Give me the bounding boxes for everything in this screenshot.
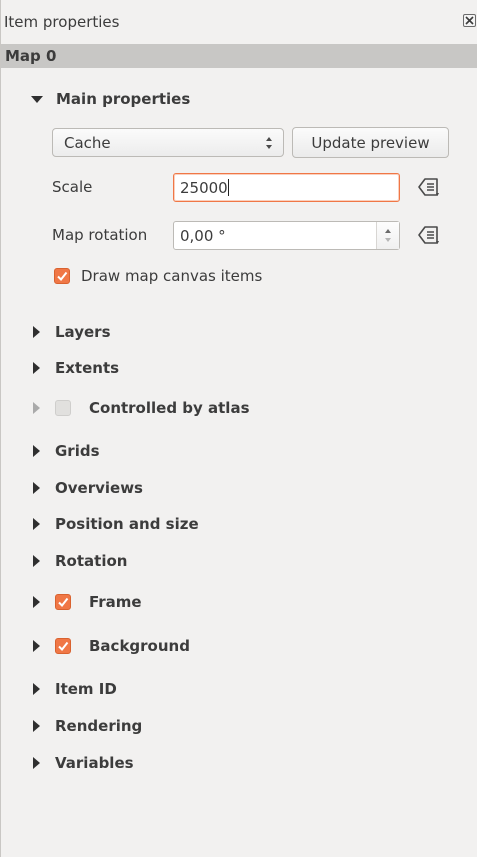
section-position-label: Position and size bbox=[55, 515, 199, 533]
map-rotation-label: Map rotation bbox=[52, 226, 148, 244]
text-caret bbox=[227, 179, 229, 196]
section-atlas-label: Controlled by atlas bbox=[89, 399, 250, 417]
triangle-right-icon bbox=[33, 757, 40, 769]
data-defined-override-icon[interactable] bbox=[415, 176, 443, 198]
spin-arrows-icon bbox=[385, 229, 391, 242]
checkmark-icon bbox=[57, 271, 68, 282]
triangle-down-icon bbox=[31, 95, 43, 103]
scale-label: Scale bbox=[52, 178, 93, 196]
triangle-right-icon bbox=[33, 640, 40, 652]
draw-map-canvas-items-checkbox[interactable]: Draw map canvas items bbox=[54, 266, 262, 286]
triangle-right-icon bbox=[33, 482, 40, 494]
section-variables[interactable]: Variables bbox=[31, 752, 134, 774]
background-checkbox[interactable] bbox=[55, 638, 71, 654]
checkbox-checked[interactable] bbox=[54, 268, 70, 284]
atlas-checkbox[interactable] bbox=[55, 400, 71, 416]
section-variables-label: Variables bbox=[55, 754, 134, 772]
triangle-right-icon bbox=[33, 683, 40, 695]
section-grids[interactable]: Grids bbox=[31, 440, 100, 462]
spin-buttons[interactable] bbox=[376, 222, 399, 249]
section-item-id[interactable]: Item ID bbox=[31, 678, 117, 700]
checkmark-icon bbox=[58, 597, 69, 608]
triangle-right-icon bbox=[33, 596, 40, 608]
section-position-and-size[interactable]: Position and size bbox=[31, 513, 199, 535]
scale-value-text: 25000 bbox=[180, 179, 228, 197]
section-background[interactable]: Background bbox=[31, 635, 190, 657]
section-rotation-label: Rotation bbox=[55, 552, 128, 570]
up-down-arrows-icon bbox=[266, 137, 272, 149]
data-defined-override-icon[interactable] bbox=[415, 224, 443, 246]
close-glyph bbox=[465, 16, 474, 25]
section-overviews[interactable]: Overviews bbox=[31, 477, 143, 499]
section-rotation[interactable]: Rotation bbox=[31, 550, 127, 572]
section-item-id-label: Item ID bbox=[55, 680, 117, 698]
map-rotation-spinbox[interactable]: 0,00 ° bbox=[173, 221, 400, 250]
item-name: Map 0 bbox=[5, 47, 57, 65]
section-grids-label: Grids bbox=[55, 442, 100, 460]
draw-map-canvas-items-label: Draw map canvas items bbox=[81, 267, 263, 285]
map-rotation-value: 0,00 ° bbox=[180, 227, 226, 245]
frame-checkbox[interactable] bbox=[55, 594, 71, 610]
scale-value: 25000 bbox=[180, 179, 229, 197]
section-layers-label: Layers bbox=[55, 323, 111, 341]
triangle-right-icon bbox=[33, 362, 40, 374]
preview-mode-value: Cache bbox=[64, 134, 111, 152]
section-background-label: Background bbox=[89, 637, 190, 655]
triangle-right-icon bbox=[33, 326, 40, 338]
item-header: Map 0 bbox=[1, 44, 477, 68]
triangle-right-icon bbox=[33, 518, 40, 530]
section-extents-label: Extents bbox=[55, 359, 120, 377]
section-overviews-label: Overviews bbox=[55, 479, 143, 497]
scale-input[interactable]: 25000 bbox=[173, 173, 400, 202]
section-main-properties-label: Main properties bbox=[56, 90, 191, 108]
section-controlled-by-atlas[interactable]: Controlled by atlas bbox=[31, 397, 250, 419]
triangle-right-icon bbox=[33, 720, 40, 732]
dock-title: Item properties bbox=[4, 13, 120, 31]
section-rendering-label: Rendering bbox=[55, 717, 143, 735]
close-icon[interactable] bbox=[463, 14, 476, 27]
dock-title-bar: Item properties bbox=[1, 10, 477, 34]
section-extents[interactable]: Extents bbox=[31, 357, 119, 379]
section-rendering[interactable]: Rendering bbox=[31, 715, 142, 737]
triangle-right-icon bbox=[33, 445, 40, 457]
update-preview-button[interactable]: Update preview bbox=[292, 127, 449, 158]
section-frame-label: Frame bbox=[89, 593, 142, 611]
section-frame[interactable]: Frame bbox=[31, 591, 142, 613]
checkmark-icon bbox=[58, 641, 69, 652]
preview-mode-select[interactable]: Cache bbox=[52, 128, 284, 157]
triangle-right-icon bbox=[33, 555, 40, 567]
item-properties-panel: Item properties Map 0 Main properties Ca… bbox=[0, 0, 477, 857]
section-layers[interactable]: Layers bbox=[31, 321, 111, 343]
triangle-right-icon bbox=[33, 402, 40, 414]
section-main-properties[interactable]: Main properties bbox=[31, 88, 190, 110]
